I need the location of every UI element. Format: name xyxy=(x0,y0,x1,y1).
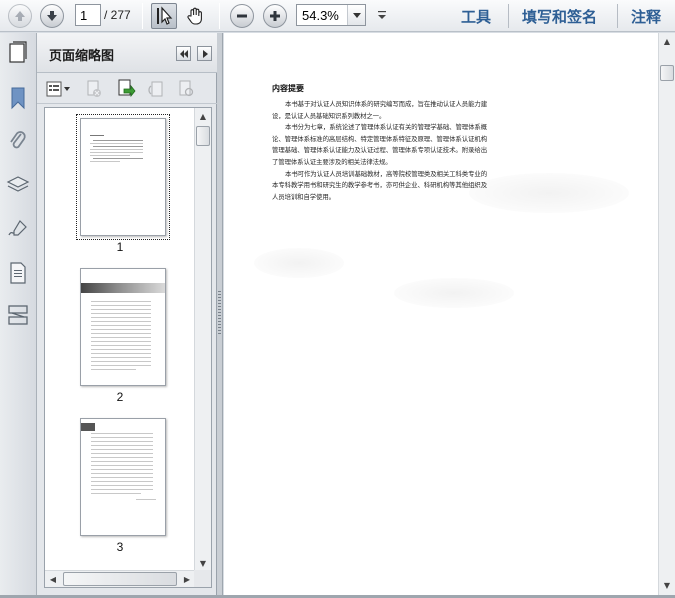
rotate-pages-button[interactable] xyxy=(145,79,167,99)
compare-icon xyxy=(8,305,28,325)
panel-splitter[interactable] xyxy=(217,33,223,595)
cursor-arrow-icon xyxy=(157,6,173,25)
thumbnail-label: 1 xyxy=(116,240,124,254)
thumbnail-list: 1 2 3 ▲ ▼ ◀ ▶ xyxy=(44,107,212,588)
overflow-menu-icon xyxy=(378,11,386,19)
panel-header: 页面缩略图 xyxy=(37,33,217,73)
layers-icon xyxy=(6,176,30,192)
menu-tools[interactable]: 工具 xyxy=(461,6,491,27)
thumbnail-horizontal-scrollbar[interactable]: ◀ ▶ xyxy=(45,570,195,587)
hand-tool-button[interactable] xyxy=(182,3,208,29)
scroll-down-arrow-icon[interactable]: ▼ xyxy=(659,577,675,593)
scroll-left-arrow-icon[interactable]: ◀ xyxy=(45,571,61,587)
scroll-up-arrow-icon[interactable]: ▲ xyxy=(659,33,675,49)
next-page-button[interactable] xyxy=(40,4,64,28)
scan-artifact xyxy=(394,278,514,308)
arrow-down-icon xyxy=(47,11,57,21)
menu-fill-sign[interactable]: 填写和签名 xyxy=(522,6,597,27)
double-chevron-left-icon xyxy=(179,49,188,58)
page-thumbnails-nav-button[interactable] xyxy=(6,41,30,65)
scrollbar-thumb[interactable] xyxy=(196,126,210,146)
document-view: 内容提要 本书基于对认证人员知识体系的研究编写而成，旨在推动认证人员能力建设，是… xyxy=(224,33,675,595)
panel-toolbar xyxy=(37,74,217,104)
page-thumbnail-1[interactable] xyxy=(76,114,170,240)
zoom-in-button[interactable] xyxy=(263,4,287,28)
toolbar-divider xyxy=(142,3,143,29)
zoom-level-select[interactable]: 54.3% xyxy=(296,4,366,26)
thumbnail-options-button[interactable] xyxy=(45,79,73,99)
zoom-level-value: 54.3% xyxy=(302,8,339,23)
document-vertical-scrollbar[interactable]: ▲ ▼ xyxy=(658,33,675,595)
expand-panel-button[interactable] xyxy=(197,46,212,61)
signatures-nav-button[interactable] xyxy=(6,217,30,241)
document-icon xyxy=(10,262,26,284)
delete-page-icon xyxy=(87,80,101,97)
zoom-out-button[interactable] xyxy=(230,4,254,28)
minus-icon xyxy=(237,14,247,18)
thumbnails-panel: 页面缩略图 1 2 3 ▲ ▼ ◀ ▶ xyxy=(37,33,217,595)
panel-title: 页面缩略图 xyxy=(49,49,115,64)
attachments-nav-button[interactable] xyxy=(6,129,30,153)
select-tool-button[interactable] xyxy=(151,3,177,29)
page-properties-button[interactable] xyxy=(175,79,197,99)
thumbnail-vertical-scrollbar[interactable]: ▲ ▼ xyxy=(194,108,211,571)
main-toolbar: / 277 54.3% 工具 填写和签名 注释 xyxy=(0,0,675,32)
chevron-right-icon xyxy=(202,49,208,58)
thumbnail-label: 3 xyxy=(116,540,124,554)
thumbnail-scroll-area: 1 2 3 xyxy=(45,108,195,571)
layers-nav-button[interactable] xyxy=(6,173,30,197)
scrollbar-thumb[interactable] xyxy=(63,572,177,586)
summary-paragraph: 本书基于对认证人员知识体系的研究编写而成，旨在推动认证人员能力建设，是认证人员基… xyxy=(272,100,487,120)
summary-paragraph: 本书可作为认证人员培训基础教材，高等院校管理类及相关工科类专业的本专科教学用书和… xyxy=(272,169,487,201)
pages-icon xyxy=(9,41,27,63)
page-thumbnail-3[interactable] xyxy=(80,418,166,536)
hand-icon xyxy=(187,7,202,25)
menu-divider xyxy=(617,4,618,28)
page-number-input[interactable] xyxy=(75,4,101,26)
scroll-right-arrow-icon[interactable]: ▶ xyxy=(179,571,195,587)
total-pages-label: / 277 xyxy=(104,8,131,22)
scrollbar-corner xyxy=(194,570,211,587)
rotate-icon xyxy=(148,81,163,97)
menu-comment[interactable]: 注释 xyxy=(631,6,661,27)
extract-pages-button[interactable] xyxy=(115,79,137,99)
page-content: 内容提要 本书基于对认证人员知识体系的研究编写而成，旨在推动认证人员能力建设，是… xyxy=(272,83,487,203)
page-thumbnail-2[interactable] xyxy=(80,268,166,386)
page-properties-icon xyxy=(179,80,194,97)
summary-heading: 内容提要 xyxy=(272,84,304,93)
thumbnail-label: 2 xyxy=(116,390,124,404)
signature-pen-icon xyxy=(8,220,27,236)
splitter-grip-icon[interactable] xyxy=(218,291,221,335)
scroll-down-arrow-icon[interactable]: ▼ xyxy=(195,555,211,571)
navigation-rail xyxy=(0,33,37,595)
scroll-up-arrow-icon[interactable]: ▲ xyxy=(195,108,211,124)
scrollbar-thumb[interactable] xyxy=(660,65,674,81)
arrow-up-icon xyxy=(15,11,25,21)
paperclip-icon xyxy=(10,131,26,149)
toolbar-divider xyxy=(219,3,220,29)
document-properties-nav-button[interactable] xyxy=(6,261,30,285)
options-list-icon xyxy=(46,81,70,97)
summary-paragraph: 本书分为七章，系统论述了管理体系认证有关的管理学基础、管理体系概论、管理体系标准… xyxy=(272,123,487,166)
chevron-down-icon[interactable] xyxy=(347,5,365,25)
compare-nav-button[interactable] xyxy=(6,303,30,327)
scan-artifact xyxy=(469,173,629,213)
delete-pages-button[interactable] xyxy=(83,79,105,99)
menu-divider xyxy=(508,4,509,28)
collapse-panel-button[interactable] xyxy=(176,46,191,61)
bookmarks-nav-button[interactable] xyxy=(6,86,30,110)
extract-page-icon xyxy=(118,79,136,98)
previous-page-button[interactable] xyxy=(8,4,32,28)
toolbar-options-button[interactable] xyxy=(376,8,388,22)
scan-artifact xyxy=(254,248,344,278)
plus-icon xyxy=(270,11,280,21)
bookmark-icon xyxy=(11,87,25,110)
